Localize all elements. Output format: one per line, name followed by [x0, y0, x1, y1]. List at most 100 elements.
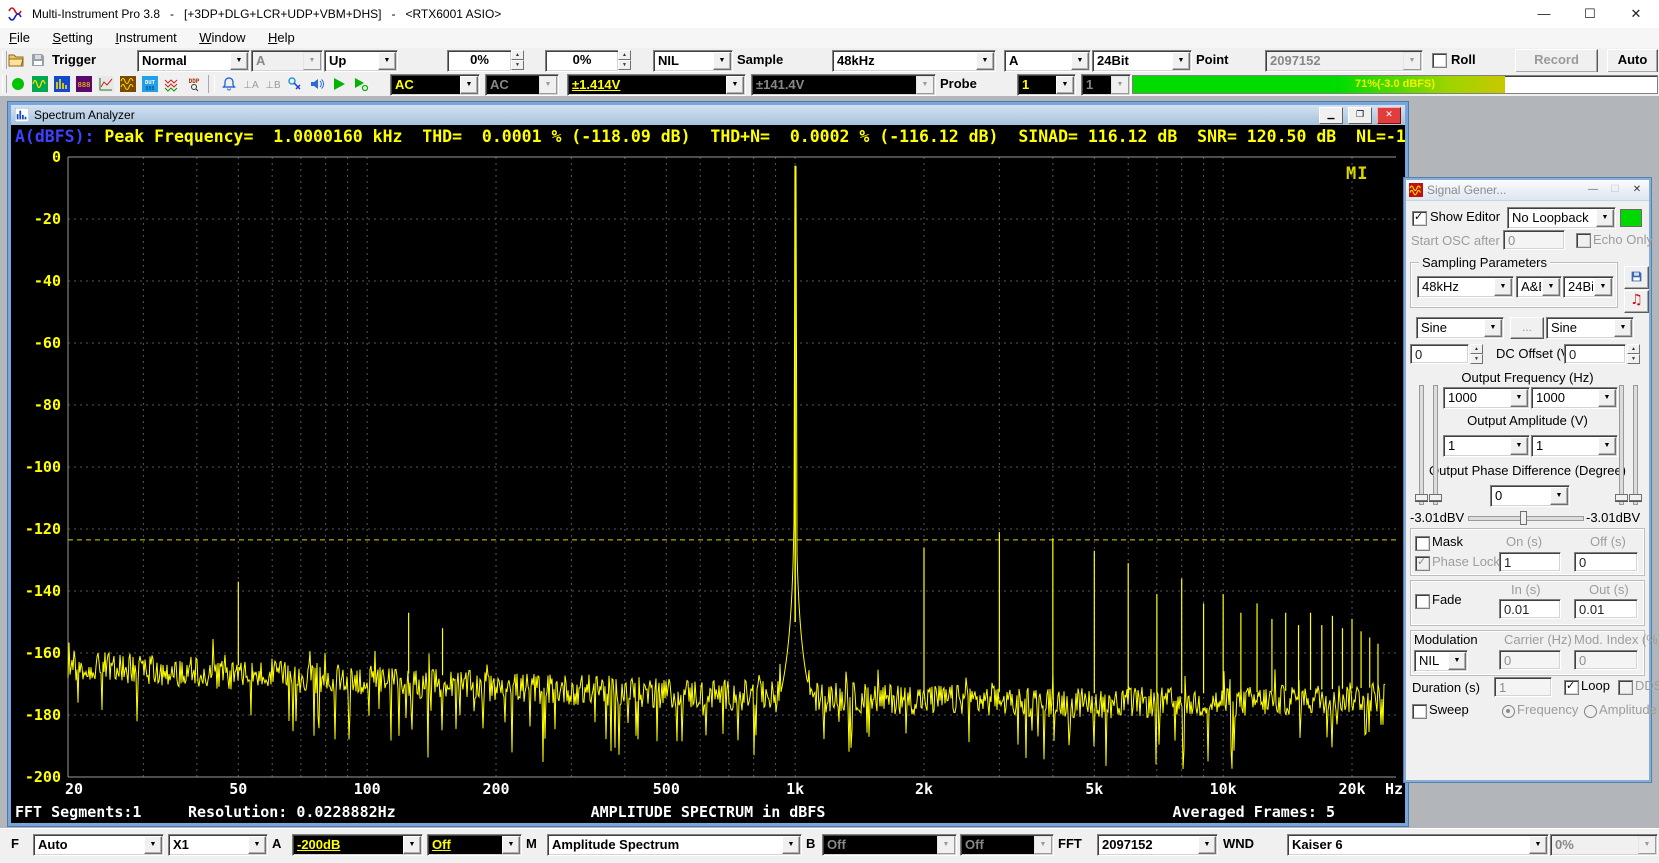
chevron-down-icon[interactable]: ▼ — [1484, 319, 1502, 337]
spectrum-analyzer-icon[interactable] — [52, 74, 72, 93]
gen-bit-depth-select[interactable]: 24Bit▼ — [1563, 276, 1614, 298]
modulation-type-select[interactable]: NIL▼ — [1414, 650, 1468, 672]
show-editor-checkbox[interactable] — [1412, 211, 1427, 226]
roll-checkbox[interactable] — [1432, 53, 1447, 68]
chevron-down-icon[interactable]: ▼ — [1614, 319, 1632, 337]
coupling-a-select[interactable]: AC▼ — [390, 74, 480, 96]
chevron-down-icon[interactable]: ▼ — [1494, 278, 1512, 296]
balance-slider-handle[interactable] — [1520, 511, 1527, 525]
mask-on-input[interactable]: 1 — [1499, 552, 1561, 572]
slider-handle[interactable] — [1629, 494, 1642, 501]
a-scale-select[interactable]: -200dB▼ — [292, 834, 423, 856]
waveform-b-select[interactable]: Sine▼ — [1546, 317, 1634, 339]
input-probe-icon[interactable] — [285, 74, 305, 93]
step-down-icon[interactable]: ▼ — [618, 60, 631, 70]
chevron-down-icon[interactable]: ▼ — [248, 836, 266, 854]
trigger-edge-select[interactable]: Up▼ — [324, 50, 398, 72]
signal-generator-titlebar[interactable]: Signal Gener... — ☐ ✕ — [1406, 180, 1649, 201]
frequency-b-select[interactable]: 1000▼ — [1531, 387, 1618, 409]
fade-out-input[interactable]: 0.01 — [1574, 599, 1638, 619]
gen-channel-select[interactable]: A&B▼ — [1516, 276, 1562, 298]
probe-a-select[interactable]: 1▼ — [1017, 74, 1076, 96]
open-file-icon[interactable] — [6, 50, 26, 69]
amplitude-a-select[interactable]: 1▼ — [1443, 435, 1530, 457]
chevron-down-icon[interactable]: ▼ — [726, 76, 744, 94]
close-icon[interactable]: ✕ — [1628, 183, 1646, 197]
a-reference-select[interactable]: Off▼ — [427, 834, 522, 856]
trigger-hpf-select[interactable]: NIL▼ — [653, 50, 733, 72]
chevron-down-icon[interactable]: ▼ — [713, 52, 731, 70]
chevron-down-icon[interactable]: ▼ — [378, 52, 396, 70]
maximize-icon[interactable]: ☐ — [1567, 0, 1613, 28]
alarm-icon[interactable] — [219, 74, 239, 93]
run-indicator-icon[interactable] — [8, 74, 28, 93]
derived-data-points-icon[interactable] — [162, 74, 182, 93]
step-up-icon[interactable]: ▲ — [1627, 344, 1640, 354]
spectrum-window-titlebar[interactable]: Spectrum Analyzer ▁ ❐ ✕ — [11, 105, 1405, 125]
menu-help[interactable]: Help — [259, 28, 304, 48]
menu-setting[interactable]: Setting — [43, 28, 101, 48]
step-down-icon[interactable]: ▼ — [511, 60, 524, 70]
step-down-icon[interactable]: ▼ — [1470, 354, 1483, 364]
gen-sample-rate-select[interactable]: 48kHz▼ — [1417, 276, 1514, 298]
loopback-select[interactable]: No Loopback▼ — [1507, 207, 1616, 229]
trigger-delay-stepper[interactable]: ▲▼ — [618, 50, 631, 70]
slider-handle[interactable] — [1615, 494, 1628, 501]
step-down-icon[interactable]: ▼ — [1627, 354, 1640, 364]
step-up-icon[interactable]: ▲ — [618, 50, 631, 60]
device-test-plan-icon[interactable]: DUT888 — [140, 74, 160, 93]
menu-window[interactable]: Window — [190, 28, 254, 48]
dc-offset-a-input[interactable]: 0 — [1410, 344, 1469, 364]
amplitude-b-select[interactable]: 1▼ — [1531, 435, 1618, 457]
dc-offset-b-stepper[interactable]: ▲▼ — [1627, 344, 1640, 364]
restore-icon[interactable]: ❐ — [1348, 107, 1372, 124]
generator-on-button[interactable] — [1620, 209, 1642, 227]
midi-notes-button[interactable]: ♫ — [1624, 290, 1649, 313]
slider-handle[interactable] — [1415, 494, 1428, 501]
slider-handle[interactable] — [1429, 494, 1442, 501]
frequency-a-select[interactable]: 1000▼ — [1443, 387, 1530, 409]
ddp-viewer-icon[interactable]: DDP — [184, 74, 204, 93]
mask-off-input[interactable]: 0 — [1574, 552, 1638, 572]
chevron-down-icon[interactable]: ▼ — [1510, 389, 1528, 407]
save-waveform-button[interactable] — [1624, 266, 1649, 289]
trigger-level-stepper[interactable]: ▲▼ — [511, 50, 524, 70]
sound-output-icon[interactable] — [307, 74, 327, 93]
run-icon[interactable] — [329, 74, 349, 93]
close-icon[interactable]: ✕ — [1377, 107, 1401, 124]
toolbar-grip[interactable] — [2, 75, 7, 93]
minimize-icon[interactable]: ▁ — [1319, 107, 1343, 124]
bit-depth-select[interactable]: 24Bit▼ — [1092, 50, 1192, 72]
menu-file[interactable]: File — [0, 28, 39, 48]
window-function-select[interactable]: Kaiser 6▼ — [1287, 834, 1549, 856]
trigger-level-input[interactable]: 0% — [447, 50, 512, 72]
chevron-down-icon[interactable]: ▼ — [1594, 278, 1612, 296]
oscilloscope-icon[interactable] — [30, 74, 50, 93]
chevron-down-icon[interactable]: ▼ — [1510, 437, 1528, 455]
data-logger-icon[interactable] — [118, 74, 138, 93]
chevron-down-icon[interactable]: ▼ — [1598, 389, 1616, 407]
trigger-mode-select[interactable]: Normal▼ — [137, 50, 250, 72]
minimize-icon[interactable]: — — [1521, 0, 1567, 28]
spectrum-3d-plot-icon[interactable] — [96, 74, 116, 93]
sample-channel-select[interactable]: A▼ — [1004, 50, 1091, 72]
chevron-down-icon[interactable]: ▼ — [976, 52, 994, 70]
mask-checkbox[interactable] — [1415, 536, 1430, 551]
menu-instrument[interactable]: Instrument — [106, 28, 185, 48]
run-loop-icon[interactable] — [351, 74, 371, 93]
chevron-down-icon[interactable]: ▼ — [1448, 652, 1466, 670]
chevron-down-icon[interactable]: ▼ — [1056, 76, 1074, 94]
close-icon[interactable]: ✕ — [1613, 0, 1659, 28]
chevron-down-icon[interactable]: ▼ — [1071, 52, 1089, 70]
sample-rate-select[interactable]: 48kHz▼ — [832, 50, 996, 72]
fade-checkbox[interactable] — [1415, 594, 1430, 609]
chevron-down-icon[interactable]: ▼ — [1542, 278, 1560, 296]
range-a-select[interactable]: ±1.414V▼ — [567, 74, 746, 96]
chevron-down-icon[interactable]: ▼ — [230, 52, 248, 70]
chevron-down-icon[interactable]: ▼ — [1596, 209, 1614, 227]
step-up-icon[interactable]: ▲ — [511, 50, 524, 60]
frequency-range-select[interactable]: Auto▼ — [33, 834, 164, 856]
minimize-icon[interactable]: — — [1584, 183, 1602, 197]
zoom-select[interactable]: X1▼ — [168, 834, 268, 856]
chevron-down-icon[interactable]: ▼ — [460, 76, 478, 94]
